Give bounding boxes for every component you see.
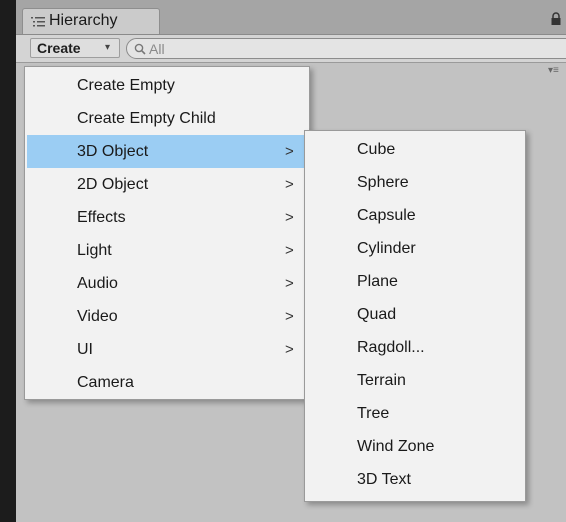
menu-item-label: Effects <box>77 209 126 226</box>
submenu-item-label: Tree <box>357 405 390 422</box>
menu-item-2d-object[interactable]: 2D Object > <box>27 168 307 201</box>
chevron-right-icon: > <box>285 308 294 325</box>
tab-hierarchy[interactable]: Hierarchy <box>22 8 160 34</box>
menu-item-create-empty-child[interactable]: Create Empty Child <box>27 102 307 135</box>
submenu-item-quad[interactable]: Quad <box>307 298 523 331</box>
submenu-item-terrain[interactable]: Terrain <box>307 364 523 397</box>
menu-item-audio[interactable]: Audio > <box>27 267 307 300</box>
menu-item-light[interactable]: Light > <box>27 234 307 267</box>
menu-item-ui[interactable]: UI > <box>27 333 307 366</box>
search-input[interactable] <box>149 40 449 57</box>
menu-item-label: Create Empty Child <box>77 110 216 127</box>
create-label: Create <box>37 40 81 56</box>
submenu-item-plane[interactable]: Plane <box>307 265 523 298</box>
menu-item-label: 3D Object <box>77 143 149 160</box>
submenu-item-capsule[interactable]: Capsule <box>307 199 523 232</box>
hierarchy-toolbar: Create ▾ <box>16 35 566 63</box>
submenu-item-label: Cylinder <box>357 240 416 257</box>
submenu-item-label: Wind Zone <box>357 438 435 455</box>
chevron-right-icon: > <box>285 209 294 226</box>
submenu-item-label: 3D Text <box>357 471 411 488</box>
lock-icon[interactable] <box>550 12 562 26</box>
tab-bar: Hierarchy ▾≡ <box>16 0 566 35</box>
chevron-right-icon: > <box>285 176 294 193</box>
submenu-item-label: Quad <box>357 306 397 323</box>
menu-item-label: 2D Object <box>77 176 149 193</box>
hierarchy-list-icon <box>31 17 45 27</box>
submenu-item-label: Plane <box>357 273 398 290</box>
menu-item-camera[interactable]: Camera <box>27 366 307 399</box>
3d-object-submenu: Cube Sphere Capsule Cylinder Plane Quad Ragdol… <box>304 130 526 502</box>
menu-item-video[interactable]: Video > <box>27 300 307 333</box>
submenu-item-tree[interactable]: Tree <box>307 397 523 430</box>
submenu-item-3d-text[interactable]: 3D Text <box>307 463 523 496</box>
submenu-item-cube[interactable]: Cube <box>307 133 523 166</box>
menu-item-label: Video <box>77 308 118 325</box>
panel-options-icon[interactable]: ▾≡ <box>548 65 559 76</box>
chevron-down-icon: ▾ <box>105 42 111 53</box>
search-field[interactable] <box>126 38 566 59</box>
chevron-right-icon: > <box>285 143 294 160</box>
menu-item-create-empty[interactable]: Create Empty <box>27 69 307 102</box>
submenu-item-label: Terrain <box>357 372 406 389</box>
submenu-item-label: Cube <box>357 141 396 158</box>
menu-item-label: Audio <box>77 275 118 292</box>
menu-item-effects[interactable]: Effects > <box>27 201 307 234</box>
menu-item-label: Create Empty <box>77 77 175 94</box>
create-button[interactable]: Create ▾ <box>30 38 120 58</box>
chevron-right-icon: > <box>285 275 294 292</box>
submenu-item-label: Ragdoll... <box>357 339 425 356</box>
menu-item-label: UI <box>77 341 93 358</box>
left-edge-bar <box>0 0 16 522</box>
submenu-item-label: Capsule <box>357 207 416 224</box>
menu-item-3d-object[interactable]: 3D Object > <box>27 135 307 168</box>
menu-item-label: Light <box>77 242 112 259</box>
chevron-right-icon: > <box>285 341 294 358</box>
create-menu: Create Empty Create Empty Child 3D Object >… <box>24 66 310 400</box>
tab-label: Hierarchy <box>49 12 118 29</box>
submenu-item-label: Sphere <box>357 174 409 191</box>
search-icon <box>134 43 146 55</box>
menu-item-label: Camera <box>77 374 134 391</box>
submenu-item-sphere[interactable]: Sphere <box>307 166 523 199</box>
submenu-item-wind-zone[interactable]: Wind Zone <box>307 430 523 463</box>
chevron-right-icon: > <box>285 242 294 259</box>
submenu-item-cylinder[interactable]: Cylinder <box>307 232 523 265</box>
submenu-item-ragdoll[interactable]: Ragdoll... <box>307 331 523 364</box>
